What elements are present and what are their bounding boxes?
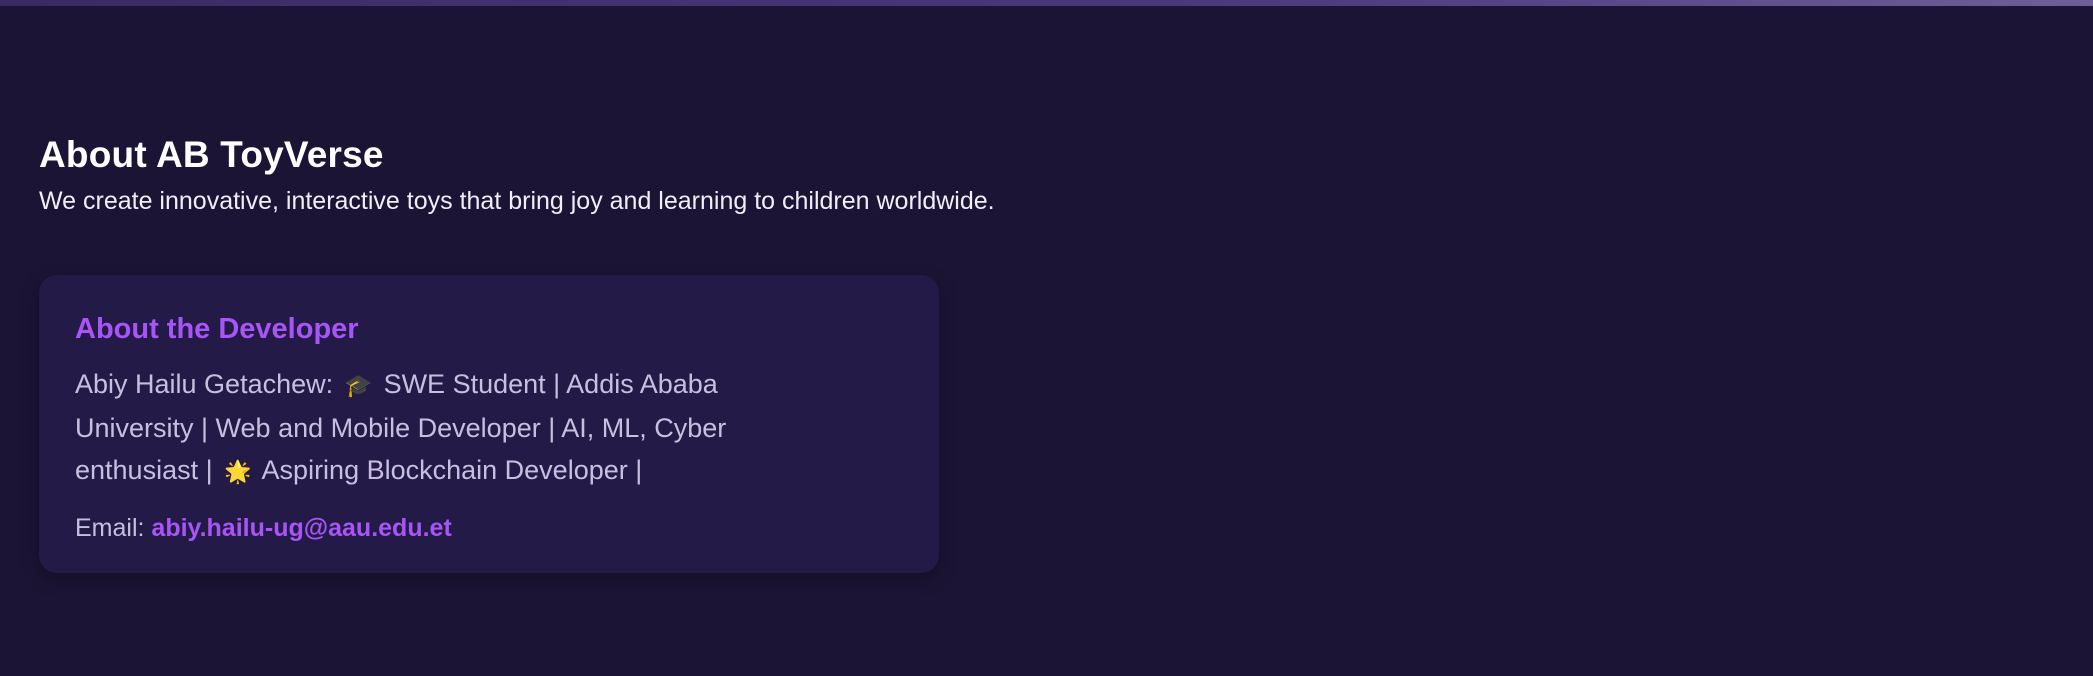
developer-bio-text-2: Aspiring Blockchain Developer | [261, 455, 643, 485]
developer-bio: Abiy Hailu Getachew: 🎓 SWE Student | Add… [75, 363, 835, 493]
about-section: About AB ToyVerse We create innovative, … [39, 132, 1439, 218]
email-row: Email: abiy.hailu-ug@aau.edu.et [75, 511, 903, 545]
email-label: Email: [75, 514, 145, 542]
top-gradient-bar [0, 0, 2093, 6]
graduation-cap-icon: 🎓 [344, 373, 373, 398]
developer-name: Abiy Hailu Getachew: [75, 369, 334, 399]
about-tagline: We create innovative, interactive toys t… [39, 187, 995, 215]
developer-card: About the Developer Abiy Hailu Getachew:… [39, 275, 939, 573]
developer-heading: About the Developer [75, 313, 359, 345]
star-icon: 🌟 [224, 459, 252, 484]
email-link[interactable]: abiy.hailu-ug@aau.edu.et [151, 514, 451, 542]
about-title: About AB ToyVerse [39, 134, 384, 175]
